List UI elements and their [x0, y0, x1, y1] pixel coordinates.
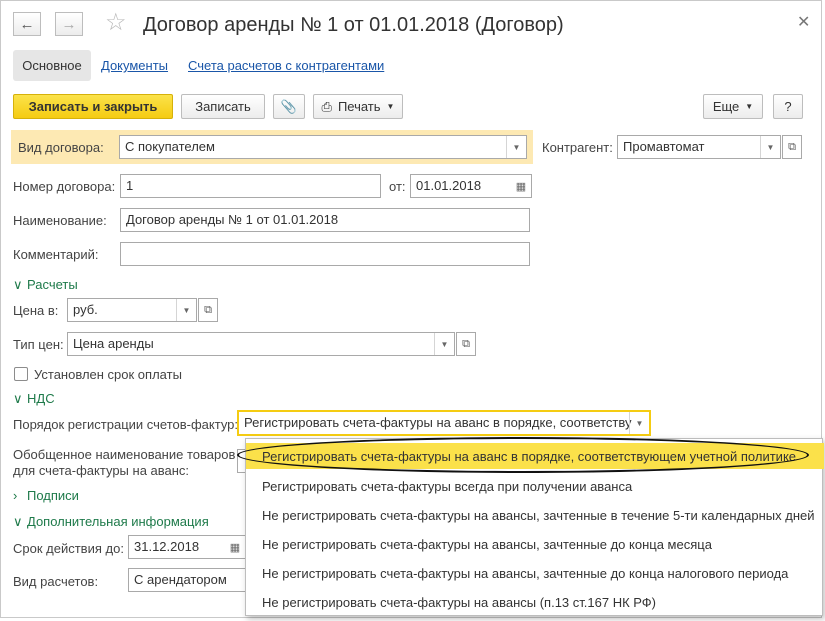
number-label: Номер договора: [13, 179, 116, 194]
chevron-down-icon[interactable]: ▼ [760, 136, 780, 158]
date-input[interactable]: 01.01.2018 ▦ [410, 174, 532, 198]
dropdown-option[interactable]: Не регистрировать счета-фактуры на аванс… [262, 566, 788, 581]
settlements-group-label: Расчеты [27, 277, 78, 292]
attach-button[interactable]: 📎 [273, 94, 305, 119]
star-icon[interactable]: ☆ [105, 11, 127, 35]
help-button[interactable]: ? [773, 94, 803, 119]
open-icon: ⧉ [204, 303, 212, 316]
payment-term-checkbox[interactable] [14, 367, 28, 381]
dropdown-option[interactable]: Не регистрировать счета-фактуры на аванс… [262, 595, 656, 610]
save-and-close-button[interactable]: Записать и закрыть [13, 94, 173, 119]
vat-group-header[interactable]: ∨ НДС [13, 391, 55, 407]
invoice-order-label: Порядок регистрации счетов-фактур: [13, 417, 239, 432]
contract-type-value: С покупателем [125, 139, 215, 154]
generalized-name-label-line2: для счета-фактуры на аванс: [13, 463, 190, 478]
signatures-group-label: Подписи [27, 488, 79, 503]
arrow-right-icon: → [61, 15, 77, 33]
price-type-value: Цена аренды [73, 336, 154, 351]
additional-group-label: Дополнительная информация [27, 514, 209, 529]
counterparty-value: Промавтомат [623, 139, 705, 154]
vat-group-label: НДС [27, 391, 55, 406]
print-button[interactable]: ⎙ Печать ▼ [313, 94, 403, 119]
calendar-icon[interactable]: ▦ [511, 175, 531, 197]
tab-documents[interactable]: Документы [101, 58, 168, 73]
name-value: Договор аренды № 1 от 01.01.2018 [126, 212, 339, 227]
tab-counterparty-accounts[interactable]: Счета расчетов с контрагентами [188, 58, 384, 73]
chevron-right-icon: › [13, 488, 18, 503]
dropdown-option[interactable]: Регистрировать счета-фактуры всегда при … [262, 479, 632, 494]
signatures-group-header[interactable]: › Подписи [13, 488, 79, 503]
tab-label: Основное [22, 58, 82, 73]
comment-input[interactable] [120, 242, 530, 266]
settlements-group-header[interactable]: ∨ Расчеты [13, 277, 78, 293]
settlement-kind-value: С арендатором [134, 572, 227, 587]
more-label: Еще [712, 99, 740, 114]
contract-type-select[interactable]: С покупателем ▼ [119, 135, 527, 159]
number-value: 1 [126, 178, 134, 193]
invoice-order-value: Регистрировать счета-фактуры на аванс в … [244, 415, 632, 430]
payment-term-label: Установлен срок оплаты [34, 367, 182, 382]
valid-until-label: Срок действия до: [13, 541, 124, 556]
tab-main[interactable]: Основное [13, 50, 91, 81]
dropdown-option[interactable]: Не регистрировать счета-фактуры на аванс… [262, 508, 815, 523]
settlement-kind-select[interactable]: С арендатором [128, 568, 246, 592]
paperclip-icon: 📎 [280, 98, 298, 114]
form-window: ← → ☆ Договор аренды № 1 от 01.01.2018 (… [0, 0, 824, 618]
open-currency-button[interactable]: ⧉ [198, 298, 218, 322]
price-in-label: Цена в: [13, 303, 59, 318]
price-in-select[interactable]: руб. ▼ [67, 298, 197, 322]
name-input[interactable]: Договор аренды № 1 от 01.01.2018 [120, 208, 530, 232]
chevron-down-icon[interactable]: ▼ [629, 412, 649, 434]
valid-until-input[interactable]: 31.12.2018 ▦ [128, 535, 246, 559]
open-icon: ⧉ [462, 337, 470, 350]
date-label: от: [389, 179, 406, 194]
chevron-down-icon[interactable]: ▼ [434, 333, 454, 355]
name-label: Наименование: [13, 213, 107, 228]
save-button[interactable]: Записать [181, 94, 265, 119]
generalized-name-label-line1: Обобщенное наименование товаров [13, 447, 236, 462]
valid-until-value: 31.12.2018 [134, 539, 200, 554]
settlement-kind-label: Вид расчетов: [13, 574, 99, 589]
printer-icon: ⎙ [321, 98, 332, 114]
counterparty-label: Контрагент: [542, 140, 613, 155]
date-value: 01.01.2018 [416, 178, 482, 193]
back-button[interactable]: ← [13, 12, 41, 36]
chevron-down-icon: ▼ [386, 102, 395, 111]
open-icon: ⧉ [788, 140, 796, 153]
more-button[interactable]: Еще ▼ [703, 94, 763, 119]
chevron-down-icon[interactable]: ▼ [506, 136, 526, 158]
chevron-down-icon: ∨ [13, 391, 23, 406]
contract-type-label: Вид договора: [18, 140, 104, 155]
additional-group-header[interactable]: ∨ Дополнительная информация [13, 514, 209, 530]
forward-button[interactable]: → [55, 12, 83, 36]
invoice-order-select[interactable]: Регистрировать счета-фактуры на аванс в … [237, 410, 651, 436]
dropdown-option[interactable]: Не регистрировать счета-фактуры на аванс… [262, 537, 712, 552]
dropdown-option[interactable]: Регистрировать счета-фактуры на аванс в … [262, 449, 796, 464]
close-icon[interactable]: ✕ [797, 12, 810, 32]
print-label: Печать [337, 99, 381, 114]
invoice-order-dropdown: Регистрировать счета-фактуры на аванс в … [245, 438, 824, 616]
open-price-type-button[interactable]: ⧉ [456, 332, 476, 356]
comment-label: Комментарий: [13, 247, 99, 262]
chevron-down-icon: ∨ [13, 277, 23, 292]
price-type-select[interactable]: Цена аренды ▼ [67, 332, 455, 356]
arrow-left-icon: ← [19, 15, 35, 33]
chevron-down-icon: ▼ [745, 102, 754, 111]
number-input[interactable]: 1 [120, 174, 381, 198]
chevron-down-icon: ∨ [13, 514, 23, 529]
calendar-icon[interactable]: ▦ [225, 536, 245, 558]
open-counterparty-button[interactable]: ⧉ [782, 135, 802, 159]
counterparty-select[interactable]: Промавтомат ▼ [617, 135, 781, 159]
price-in-value: руб. [73, 302, 98, 317]
chevron-down-icon[interactable]: ▼ [176, 299, 196, 321]
page-title: Договор аренды № 1 от 01.01.2018 (Догово… [143, 14, 564, 36]
price-type-label: Тип цен: [13, 337, 64, 352]
